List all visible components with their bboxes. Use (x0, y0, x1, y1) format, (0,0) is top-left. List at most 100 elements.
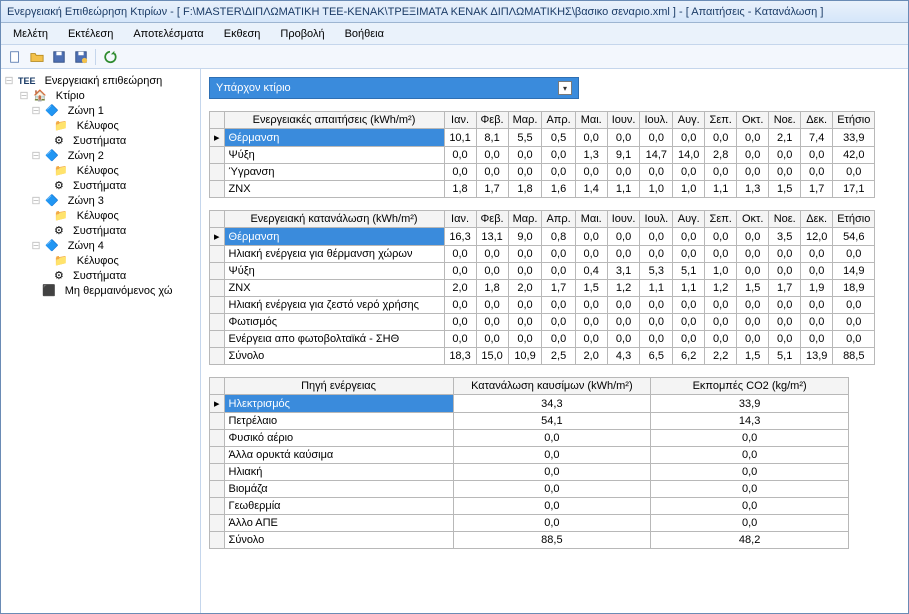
menu-help[interactable]: Βοήθεια (337, 26, 392, 42)
table-row[interactable]: Πετρέλαιο54,114,3 (210, 413, 849, 430)
table-row[interactable]: ZNX2,01,82,01,71,51,21,11,11,21,51,71,91… (210, 280, 875, 297)
row-selector[interactable] (210, 246, 225, 263)
table-row[interactable]: Ηλιακή0,00,0 (210, 464, 849, 481)
cell-value: 0,0 (444, 297, 476, 314)
table-row[interactable]: Σύνολο88,548,2 (210, 532, 849, 549)
row-selector[interactable] (210, 164, 225, 181)
folder-icon: 📁 (54, 209, 68, 222)
energy-demand-table: Ενεργειακές απαιτήσεις (kWh/m²) Ιαν.Φεβ.… (209, 111, 875, 198)
tree-zone-4[interactable]: ⊟🔷 Ζώνη 4 (3, 238, 198, 253)
tree-zone2-systems[interactable]: ⚙ Συστήματα (3, 178, 198, 193)
col-mar: Μαρ. (508, 112, 542, 129)
row-selector[interactable] (210, 413, 225, 430)
tree-building[interactable]: ⊟🏠 Κτίριο (3, 88, 198, 103)
row-selector[interactable] (210, 348, 225, 365)
save-icon[interactable] (51, 49, 67, 65)
cell-value: 0,0 (801, 246, 833, 263)
tree-zone-1[interactable]: ⊟🔷 Ζώνη 1 (3, 103, 198, 118)
table-row[interactable]: Ψύξη0,00,00,00,01,39,114,714,02,80,00,00… (210, 147, 875, 164)
energy-consumption-table: Ενεργειακή κατανάλωση (kWh/m²) Ιαν.Φεβ.Μ… (209, 210, 875, 365)
cell-value: 0,5 (542, 129, 575, 147)
tree-zone3-shell[interactable]: 📁 Κέλυφος (3, 208, 198, 223)
row-selector[interactable] (210, 447, 225, 464)
table-row[interactable]: Ύγρανση0,00,00,00,00,00,00,00,00,00,00,0… (210, 164, 875, 181)
table-row[interactable]: ▸Ηλεκτρισμός34,333,9 (210, 395, 849, 413)
tree-zone1-systems[interactable]: ⚙ Συστήματα (3, 133, 198, 148)
table-row[interactable]: ▸Θέρμανση16,313,19,00,80,00,00,00,00,00,… (210, 228, 875, 246)
cell-value: 88,5 (453, 532, 651, 549)
table-row[interactable]: Σύνολο18,315,010,92,52,04,36,56,22,21,55… (210, 348, 875, 365)
house-icon: 🏠 (33, 89, 47, 102)
save-as-icon[interactable] (73, 49, 89, 65)
tree-zone3-systems[interactable]: ⚙ Συστήματα (3, 223, 198, 238)
cell-value: 48,2 (651, 532, 849, 549)
table-row[interactable]: ▸Θέρμανση10,18,15,50,50,00,00,00,00,00,0… (210, 129, 875, 147)
row-selector[interactable]: ▸ (210, 129, 225, 147)
cell-value: 1,8 (508, 181, 542, 198)
cell-value: 0,0 (575, 228, 607, 246)
menu-run[interactable]: Εκτέλεση (60, 26, 121, 42)
table-row[interactable]: Βιομάζα0,00,0 (210, 481, 849, 498)
chevron-down-icon: ▾ (558, 81, 572, 95)
row-selector[interactable] (210, 297, 225, 314)
row-selector[interactable]: ▸ (210, 228, 225, 246)
table-row[interactable]: Γεωθερμία0,00,0 (210, 498, 849, 515)
table-row[interactable]: Ηλιακή ενέργεια για ζεστό νερό χρήσης0,0… (210, 297, 875, 314)
open-folder-icon[interactable] (29, 49, 45, 65)
cell-value: 2,0 (575, 348, 607, 365)
tree-zone2-shell[interactable]: 📁 Κέλυφος (3, 163, 198, 178)
tree-systems-label: Συστήματα (73, 270, 126, 282)
table-row[interactable]: Ενέργεια απο φωτοβολταϊκά - ΣΗΘ0,00,00,0… (210, 331, 875, 348)
refresh-icon[interactable] (102, 49, 118, 65)
row-selector[interactable] (210, 314, 225, 331)
cell-value: 0,0 (673, 228, 705, 246)
folder-icon: 📁 (54, 254, 68, 267)
cell-value: 0,0 (444, 263, 476, 280)
tree-zone-3[interactable]: ⊟🔷 Ζώνη 3 (3, 193, 198, 208)
cell-value: 1,0 (640, 181, 673, 198)
tree-zone1-shell[interactable]: 📁 Κέλυφος (3, 118, 198, 133)
cell-value: 7,4 (801, 129, 833, 147)
row-selector[interactable] (210, 532, 225, 549)
cell-value: 0,0 (769, 331, 801, 348)
building-dropdown[interactable]: Υπάρχον κτίριο ▾ (209, 77, 579, 99)
menu-results[interactable]: Αποτελέσματα (125, 26, 211, 42)
cell-value: 1,7 (476, 181, 508, 198)
cell-value: 1,5 (737, 348, 769, 365)
table-row[interactable]: Άλλο ΑΠΕ0,00,0 (210, 515, 849, 532)
folder-icon: 📁 (54, 119, 68, 132)
cell-value: 0,0 (607, 228, 640, 246)
row-selector[interactable] (210, 481, 225, 498)
menu-report[interactable]: Εκθεση (216, 26, 269, 42)
tree-zone4-shell[interactable]: 📁 Κέλυφος (3, 253, 198, 268)
cell-value: 1,0 (705, 263, 737, 280)
table-row[interactable]: Ηλιακή ενέργεια για θέρμανση χώρων0,00,0… (210, 246, 875, 263)
cell-value: 0,0 (453, 481, 651, 498)
row-selector[interactable] (210, 498, 225, 515)
new-file-icon[interactable] (7, 49, 23, 65)
row-selector[interactable] (210, 181, 225, 198)
row-selector[interactable] (210, 515, 225, 532)
table-row[interactable]: ZNX1,81,71,81,61,41,11,01,01,11,31,51,71… (210, 181, 875, 198)
row-selector[interactable] (210, 263, 225, 280)
menu-study[interactable]: Μελέτη (5, 26, 56, 42)
row-selector[interactable] (210, 147, 225, 164)
table-row[interactable]: Φυσικό αέριο0,00,0 (210, 430, 849, 447)
cell-value: 1,7 (542, 280, 575, 297)
row-selector[interactable] (210, 430, 225, 447)
row-selector[interactable] (210, 280, 225, 297)
table-row[interactable]: Φωτισμός0,00,00,00,00,00,00,00,00,00,00,… (210, 314, 875, 331)
row-label: Φωτισμός (224, 314, 444, 331)
table-row[interactable]: Άλλα ορυκτά καύσιμα0,00,0 (210, 447, 849, 464)
tree-systems-label: Συστήματα (73, 180, 126, 192)
row-selector[interactable] (210, 464, 225, 481)
tree-root[interactable]: ⊟TEE Ενεργειακή επιθεώρηση (3, 73, 198, 88)
row-selector[interactable]: ▸ (210, 395, 225, 413)
cell-value: 1,5 (769, 181, 801, 198)
table-row[interactable]: Ψύξη0,00,00,00,00,43,15,35,11,00,00,00,0… (210, 263, 875, 280)
tree-zone-2[interactable]: ⊟🔷 Ζώνη 2 (3, 148, 198, 163)
tree-unheated[interactable]: ⬛ Μη θερμαινόμενος χώ (3, 283, 198, 298)
row-selector[interactable] (210, 331, 225, 348)
menu-view[interactable]: Προβολή (272, 26, 332, 42)
tree-zone4-systems[interactable]: ⚙ Συστήματα (3, 268, 198, 283)
